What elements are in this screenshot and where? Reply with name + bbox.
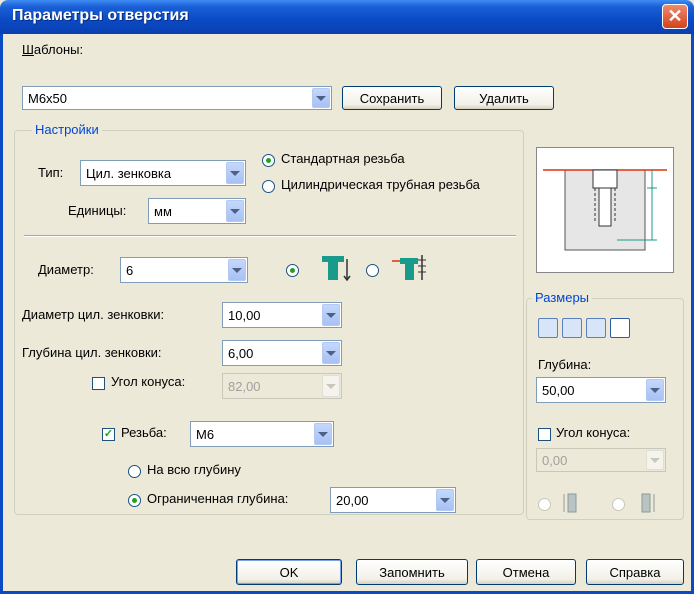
delete-template-button[interactable]: Удалить xyxy=(454,86,554,110)
remember-button[interactable]: Запомнить xyxy=(356,559,468,585)
diameter-value[interactable]: 6 xyxy=(121,263,227,278)
full-depth-radio[interactable] xyxy=(128,465,141,478)
taper-value[interactable]: 82,00 xyxy=(223,379,321,394)
diameter-select[interactable]: 6 xyxy=(120,257,248,283)
thread-select[interactable]: M6 xyxy=(190,421,334,447)
hole-style-thread-radio[interactable] xyxy=(366,264,379,277)
diameter-label: Диаметр: xyxy=(38,262,94,277)
hole-preview-drawing xyxy=(543,169,667,251)
threaded-hole-icon[interactable] xyxy=(392,252,432,282)
thread-checkbox[interactable]: ✓ xyxy=(102,428,115,441)
thread-label[interactable]: Резьба: xyxy=(121,425,167,440)
sizes-taper-label[interactable]: Угол конуса: xyxy=(556,425,630,440)
chevron-down-icon[interactable] xyxy=(228,259,246,281)
type-value[interactable]: Цил. зенковка xyxy=(81,166,225,181)
taper-select[interactable]: 82,00 xyxy=(222,373,342,399)
sizes-group-label: Размеры xyxy=(532,290,593,305)
type-select[interactable]: Цил. зенковка xyxy=(80,160,246,186)
templates-label: Шаблоны: xyxy=(22,42,84,57)
counterbore-icon[interactable] xyxy=(320,253,352,283)
sizes-option-2-radio[interactable] xyxy=(612,498,625,511)
hole-preview xyxy=(536,147,674,273)
close-button[interactable]: ✕ xyxy=(662,4,688,29)
depth-value[interactable]: 50,00 xyxy=(537,383,645,398)
cbore-diam-value[interactable]: 10,00 xyxy=(223,308,321,323)
cbore-diam-label: Диаметр цил. зенковки: xyxy=(22,307,165,322)
templates-value[interactable]: M6x50 xyxy=(23,91,311,106)
save-template-button[interactable]: Сохранить xyxy=(342,86,442,110)
thread-pipe-label[interactable]: Цилиндрическая трубная резьба xyxy=(281,177,480,192)
units-value[interactable]: мм xyxy=(149,204,225,219)
units-label: Единицы: xyxy=(68,203,127,218)
settings-group-label: Настройки xyxy=(32,122,102,137)
size-mode-4-icon[interactable] xyxy=(610,318,630,338)
cbore-depth-value[interactable]: 6,00 xyxy=(223,346,321,361)
thread-pipe-radio[interactable] xyxy=(262,180,275,193)
chevron-down-icon[interactable] xyxy=(436,489,454,511)
chevron-down-icon[interactable] xyxy=(646,450,664,470)
window-title: Параметры отверстия xyxy=(12,7,189,24)
chevron-down-icon[interactable] xyxy=(226,162,244,184)
ok-button[interactable]: OK xyxy=(236,559,342,585)
size-mode-3-icon[interactable] xyxy=(586,318,606,338)
cancel-button[interactable]: Отмена xyxy=(476,559,576,585)
type-label: Тип: xyxy=(38,165,64,180)
depth-from-top-icon[interactable] xyxy=(562,490,584,516)
limited-depth-value[interactable]: 20,00 xyxy=(331,493,435,508)
cbore-diam-select[interactable]: 10,00 xyxy=(222,302,342,328)
cbore-depth-select[interactable]: 6,00 xyxy=(222,340,342,366)
chevron-down-icon[interactable] xyxy=(226,200,244,222)
taper-label[interactable]: Угол конуса: xyxy=(111,374,185,389)
depth-to-bottom-icon[interactable] xyxy=(636,490,658,516)
cbore-depth-label: Глубина цил. зенковки: xyxy=(22,345,162,360)
size-mode-1-icon[interactable] xyxy=(538,318,558,338)
thread-standard-label[interactable]: Стандартная резьба xyxy=(281,151,405,166)
units-select[interactable]: мм xyxy=(148,198,246,224)
thread-standard-radio[interactable] xyxy=(262,154,275,167)
separator xyxy=(24,235,516,237)
sizes-option-1-radio[interactable] xyxy=(538,498,551,511)
chevron-down-icon[interactable] xyxy=(314,423,332,445)
limited-depth-radio[interactable] xyxy=(128,494,141,507)
limited-depth-select[interactable]: 20,00 xyxy=(330,487,456,513)
sizes-taper-checkbox[interactable] xyxy=(538,428,551,441)
full-depth-label[interactable]: На всю глубину xyxy=(147,462,241,477)
size-mode-2-icon[interactable] xyxy=(562,318,582,338)
chevron-down-icon[interactable] xyxy=(646,379,664,401)
chevron-down-icon[interactable] xyxy=(322,304,340,326)
depth-label: Глубина: xyxy=(538,357,592,372)
limited-depth-label[interactable]: Ограниченная глубина: xyxy=(147,491,288,506)
chevron-down-icon[interactable] xyxy=(322,375,340,397)
templates-combo[interactable]: M6x50 xyxy=(22,86,332,110)
help-button[interactable]: Справка xyxy=(586,559,684,585)
sizes-taper-value[interactable]: 0,00 xyxy=(537,453,645,468)
hole-style-counterbore-radio[interactable] xyxy=(286,264,299,277)
sizes-taper-select[interactable]: 0,00 xyxy=(536,448,666,472)
taper-checkbox[interactable] xyxy=(92,377,105,390)
thread-value[interactable]: M6 xyxy=(191,427,313,442)
depth-select[interactable]: 50,00 xyxy=(536,377,666,403)
chevron-down-icon[interactable] xyxy=(322,342,340,364)
chevron-down-icon[interactable] xyxy=(312,88,330,108)
